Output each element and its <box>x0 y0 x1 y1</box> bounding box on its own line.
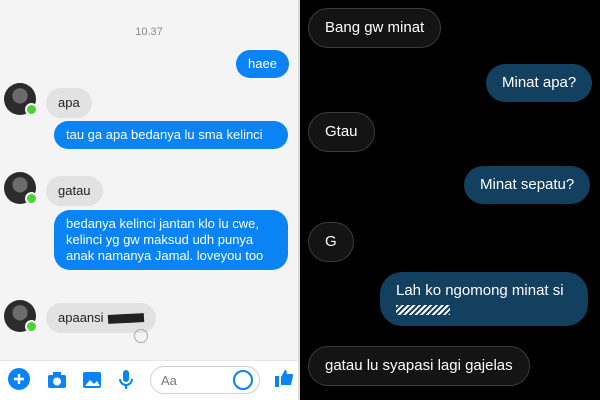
message-bubble-incoming: Bang gw minat <box>308 8 442 48</box>
plus-icon[interactable] <box>8 368 30 390</box>
camera-icon[interactable] <box>46 370 68 390</box>
message-bubble-outgoing: Minat apa? <box>486 64 593 102</box>
avatar <box>4 172 38 205</box>
censor-bar <box>107 313 144 324</box>
online-indicator <box>25 103 38 116</box>
message-bubble-incoming: apa <box>46 88 92 118</box>
thumbs-up-icon[interactable] <box>274 368 294 388</box>
message-input[interactable]: Aa <box>150 366 260 394</box>
online-indicator <box>25 320 38 333</box>
message-bubble-incoming: G <box>308 222 354 262</box>
message-bubble-outgoing: Lah ko ngomong minat si <box>380 272 588 326</box>
microphone-icon[interactable] <box>118 369 134 391</box>
message-bubble-outgoing: haee <box>236 50 289 78</box>
message-bubble-incoming: gatau lu syapasi lagi gajelas <box>308 346 530 386</box>
message-text: Lah ko ngomong minat si <box>396 282 564 299</box>
timestamp: 10.37 <box>135 26 163 38</box>
online-indicator <box>25 192 38 205</box>
message-bubble-incoming: Gtau <box>308 112 375 152</box>
censor-scribble <box>396 305 450 315</box>
image-icon[interactable] <box>82 370 102 390</box>
message-bubble-outgoing: bedanya kelinci jantan klo lu cwe, kelin… <box>54 210 288 270</box>
avatar <box>4 83 38 116</box>
chat-panel-left: 10.37 haee apa tau ga apa bedanya lu sma… <box>0 0 298 400</box>
message-text: apaansi <box>58 310 104 325</box>
emoji-icon[interactable] <box>233 370 253 390</box>
add-reaction-icon[interactable] <box>134 329 148 343</box>
avatar <box>4 300 38 333</box>
message-bubble-outgoing: tau ga apa bedanya lu sma kelinci <box>54 121 288 149</box>
message-bubble-outgoing: Minat sepatu? <box>464 166 591 204</box>
chat-panel-right: Bang gw minat Minat apa? Gtau Minat sepa… <box>300 0 600 400</box>
input-placeholder: Aa <box>161 373 177 388</box>
message-bubble-incoming: gatau <box>46 176 103 206</box>
